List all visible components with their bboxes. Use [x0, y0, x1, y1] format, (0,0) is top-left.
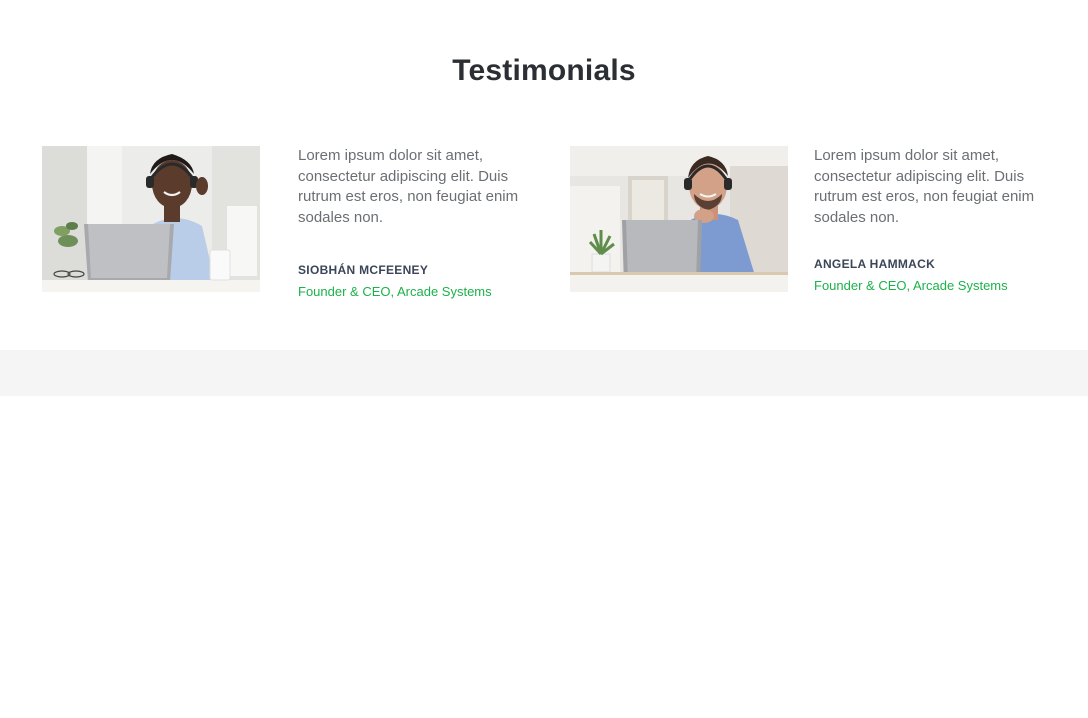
- page: Testimonials Lorem ipsum dolor sit amet,…: [0, 0, 1088, 718]
- woman-with-headset-photo-icon: [42, 146, 260, 292]
- testimonial-author-role: Founder & CEO, Arcade Systems: [814, 278, 1008, 293]
- section-title: Testimonials: [452, 54, 636, 87]
- testimonial-content: Lorem ipsum dolor sit amet, consectetur …: [298, 146, 528, 299]
- testimonial-author-name: ANGELA HAMMACK: [814, 257, 936, 271]
- testimonial-quote: Lorem ipsum dolor sit amet, consectetur …: [814, 147, 1035, 226]
- testimonial-photo: [570, 146, 788, 292]
- testimonial-photo: [42, 146, 260, 292]
- testimonial-author-name: SIOBHÁN MCFEENEY: [298, 263, 429, 277]
- testimonial-content: Lorem ipsum dolor sit amet, consectetur …: [814, 146, 1050, 293]
- testimonial-quote: Lorem ipsum dolor sit amet, consectetur …: [298, 147, 519, 226]
- testimonial-author-role: Founder & CEO, Arcade Systems: [298, 284, 492, 299]
- man-with-headset-photo-icon: [570, 146, 788, 292]
- footer-band: [0, 350, 1088, 396]
